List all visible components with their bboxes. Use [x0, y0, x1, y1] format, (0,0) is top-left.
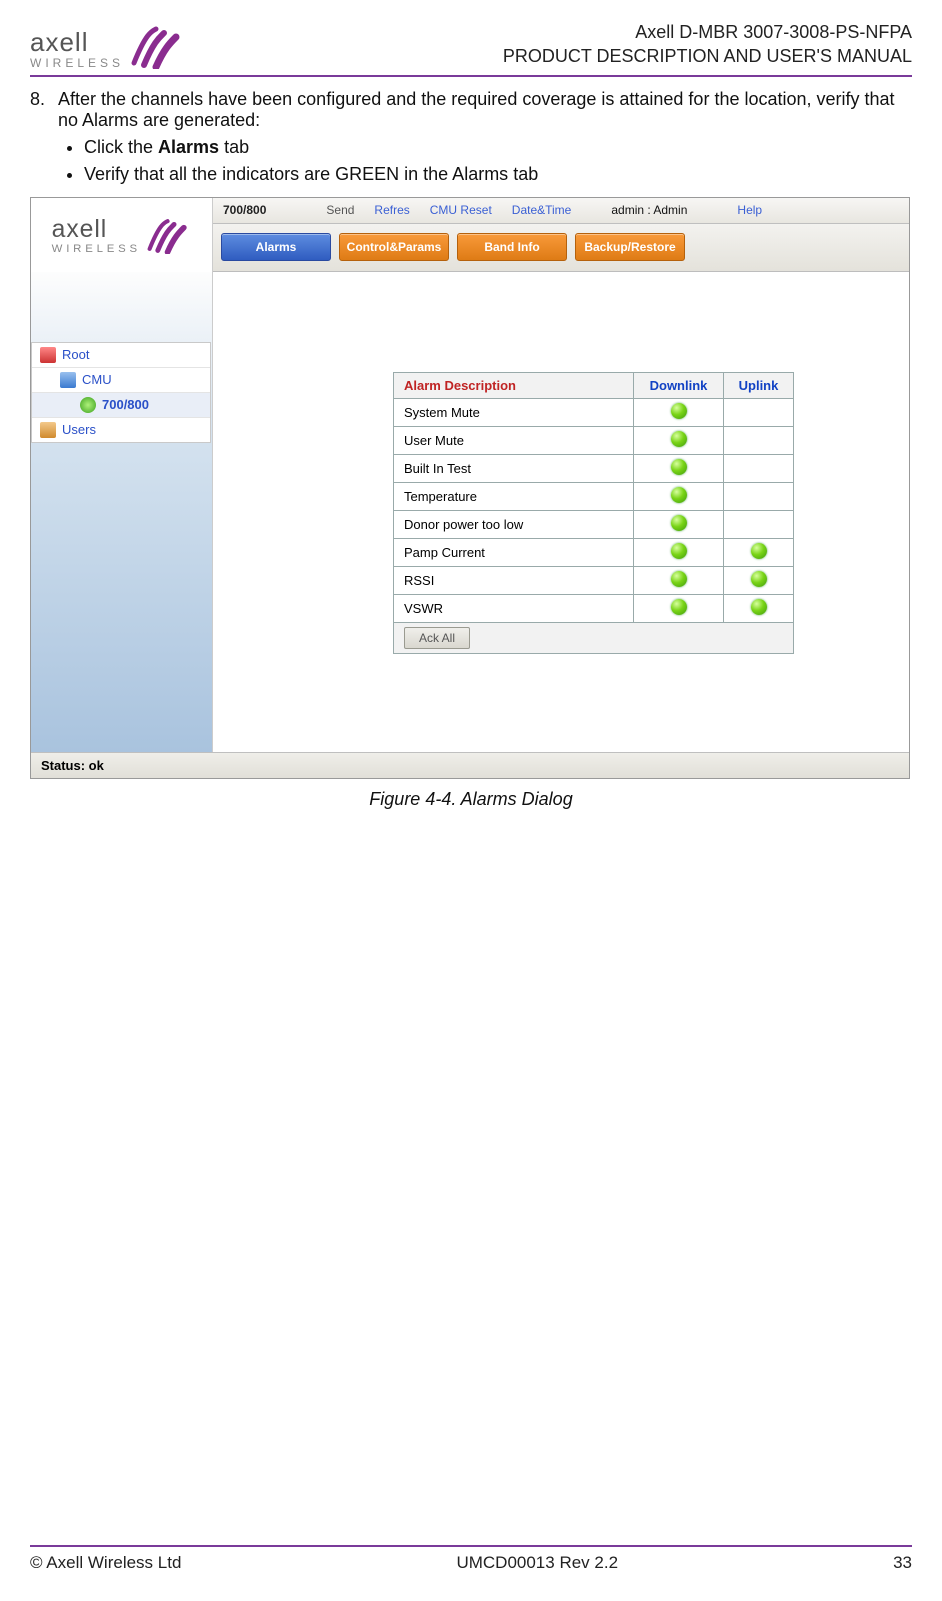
alarm-desc: System Mute	[394, 398, 634, 426]
table-row: RSSI	[394, 566, 794, 594]
tree-users[interactable]: Users	[32, 418, 210, 442]
alarm-downlink-led	[634, 454, 724, 482]
table-row: Donor power too low	[394, 510, 794, 538]
menu-cmu-reset[interactable]: CMU Reset	[430, 203, 492, 217]
tree-root[interactable]: Root	[32, 343, 210, 368]
tree-band-700-800[interactable]: 700/800	[32, 393, 210, 418]
led-green-icon	[671, 543, 687, 559]
swirl-icon	[128, 23, 184, 69]
alarm-downlink-led	[634, 482, 724, 510]
led-green-icon	[671, 459, 687, 475]
table-row: User Mute	[394, 426, 794, 454]
table-row: System Mute	[394, 398, 794, 426]
alarm-downlink-led	[634, 538, 724, 566]
alarm-downlink-led	[634, 566, 724, 594]
bullet-2: Verify that all the indicators are GREEN…	[84, 164, 912, 185]
figure-caption: Figure 4-4. Alarms Dialog	[30, 789, 912, 810]
alarm-uplink-led	[724, 454, 794, 482]
bullet-1: Click the Alarms tab	[84, 137, 912, 158]
swirl-icon	[145, 216, 191, 254]
menu-refresh[interactable]: Refres	[374, 203, 409, 217]
alarm-desc: Temperature	[394, 482, 634, 510]
footer-center: UMCD00013 Rev 2.2	[456, 1553, 618, 1573]
led-green-icon	[671, 431, 687, 447]
menu-admin: admin : Admin	[611, 203, 687, 217]
alarm-uplink-led	[724, 398, 794, 426]
users-icon	[40, 422, 56, 438]
alarm-table: Alarm Description Downlink Uplink System…	[393, 372, 794, 654]
alarm-uplink-led	[724, 510, 794, 538]
alarm-uplink-led	[724, 566, 794, 594]
alarms-screenshot: axell WIRELESS 700/800 Send Refres CMU R…	[30, 197, 910, 779]
alarm-uplink-led	[724, 594, 794, 622]
ss-axell-logo: axell WIRELESS	[31, 198, 213, 272]
led-green-icon	[751, 599, 767, 615]
tab-alarms[interactable]: Alarms	[221, 233, 331, 261]
doc-title: Axell D-MBR 3007-3008-PS-NFPA PRODUCT DE…	[503, 20, 912, 69]
footer-right: 33	[893, 1553, 912, 1573]
tab-backup[interactable]: Backup/Restore	[575, 233, 685, 261]
root-icon	[40, 347, 56, 363]
alarm-desc: VSWR	[394, 594, 634, 622]
led-green-icon	[751, 571, 767, 587]
menu-help[interactable]: Help	[737, 203, 762, 217]
tab-band-info[interactable]: Band Info	[457, 233, 567, 261]
led-green-icon	[671, 487, 687, 503]
table-row: Temperature	[394, 482, 794, 510]
alarm-downlink-led	[634, 398, 724, 426]
bullet-list: Click the Alarms tab Verify that all the…	[84, 137, 912, 185]
cmu-icon	[60, 372, 76, 388]
table-row: Built In Test	[394, 454, 794, 482]
ss-status-bar: Status: ok	[31, 752, 909, 778]
menu-send[interactable]: Send	[326, 203, 354, 217]
table-row: VSWR	[394, 594, 794, 622]
table-row: Pamp Current	[394, 538, 794, 566]
alarm-desc: Built In Test	[394, 454, 634, 482]
logo-text-bottom: WIRELESS	[30, 57, 124, 69]
footer-left: © Axell Wireless Ltd	[30, 1553, 181, 1573]
ss-main-panel: Alarm Description Downlink Uplink System…	[213, 272, 909, 752]
logo-text-top: axell	[30, 29, 124, 55]
ss-tab-bar: Alarms Control&Params Band Info Backup/R…	[213, 224, 909, 272]
ack-all-button[interactable]: Ack All	[404, 627, 470, 649]
alarm-downlink-led	[634, 426, 724, 454]
alarm-uplink-led	[724, 426, 794, 454]
nav-tree: Root CMU 700/800 Users	[31, 342, 211, 443]
th-uplink: Uplink	[724, 372, 794, 398]
alarm-desc: User Mute	[394, 426, 634, 454]
axell-logo: axell WIRELESS	[30, 23, 184, 69]
step-number: 8.	[30, 89, 48, 131]
page-header: axell WIRELESS Axell D-MBR 3007-3008-PS-…	[30, 20, 912, 77]
menu-datetime[interactable]: Date&Time	[512, 203, 572, 217]
th-desc: Alarm Description	[394, 372, 634, 398]
th-downlink: Downlink	[634, 372, 724, 398]
tab-control[interactable]: Control&Params	[339, 233, 449, 261]
menu-band: 700/800	[223, 203, 266, 217]
tree-cmu[interactable]: CMU	[32, 368, 210, 393]
alarm-desc: RSSI	[394, 566, 634, 594]
led-green-icon	[671, 515, 687, 531]
step-8: 8. After the channels have been configur…	[30, 89, 912, 131]
alarm-uplink-led	[724, 538, 794, 566]
step-text: After the channels have been configured …	[58, 89, 912, 131]
led-green-icon	[671, 403, 687, 419]
ss-sidebar: Root CMU 700/800 Users	[31, 272, 213, 752]
alarm-downlink-led	[634, 594, 724, 622]
band-icon	[80, 397, 96, 413]
status-text: Status: ok	[41, 758, 104, 773]
led-green-icon	[671, 599, 687, 615]
ss-menu-bar: 700/800 Send Refres CMU Reset Date&Time …	[213, 198, 909, 224]
alarm-downlink-led	[634, 510, 724, 538]
alarm-desc: Donor power too low	[394, 510, 634, 538]
alarm-desc: Pamp Current	[394, 538, 634, 566]
doc-title-line1: Axell D-MBR 3007-3008-PS-NFPA	[503, 20, 912, 44]
page-footer: © Axell Wireless Ltd UMCD00013 Rev 2.2 3…	[30, 1545, 912, 1573]
alarm-uplink-led	[724, 482, 794, 510]
led-green-icon	[751, 543, 767, 559]
led-green-icon	[671, 571, 687, 587]
doc-title-line2: PRODUCT DESCRIPTION AND USER'S MANUAL	[503, 44, 912, 68]
